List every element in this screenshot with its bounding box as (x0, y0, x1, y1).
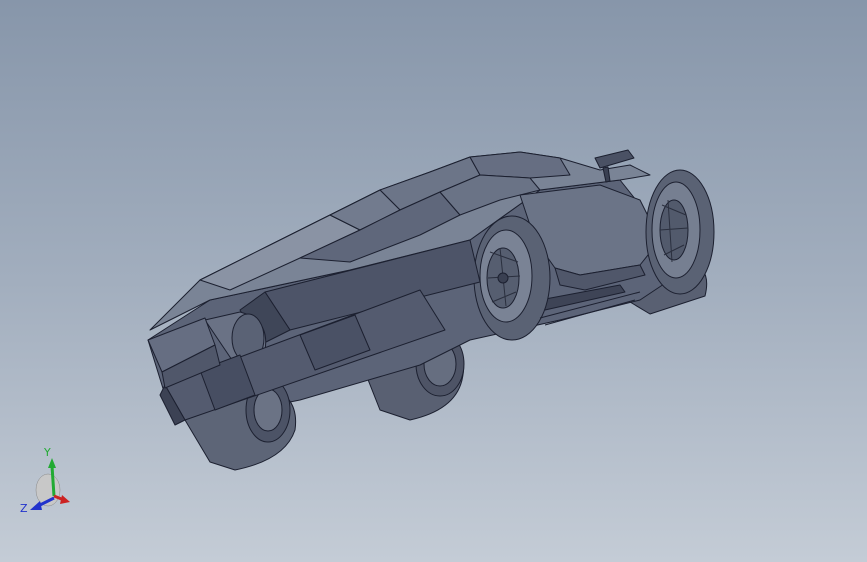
car-model[interactable] (0, 0, 867, 562)
front-right-wheel[interactable] (473, 215, 551, 341)
orientation-triad[interactable]: Y Z (14, 444, 78, 524)
graphics-viewport[interactable]: Y Z (0, 0, 867, 562)
rear-right-wheel[interactable] (645, 169, 715, 295)
y-axis-label: Y (43, 446, 51, 459)
z-axis-label: Z (20, 502, 28, 515)
